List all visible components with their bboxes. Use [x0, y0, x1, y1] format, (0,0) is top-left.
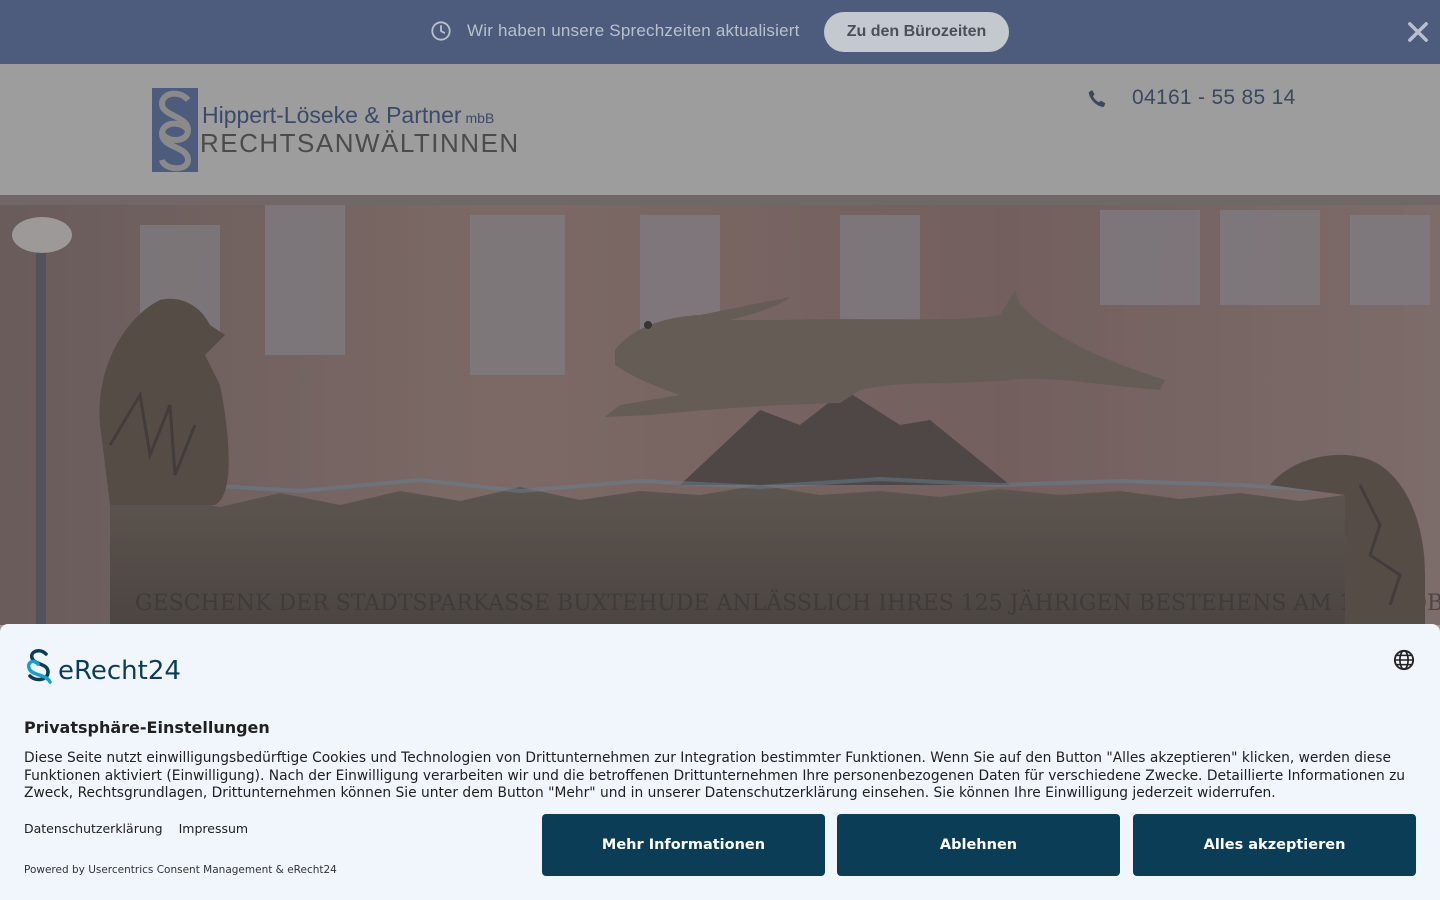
- logo-firm-name: Hippert-Löseke & Partner mbB: [202, 102, 495, 128]
- brand-name: eRecht24: [58, 656, 181, 686]
- consent-title: Privatsphäre-Einstellungen: [24, 718, 270, 737]
- clock-icon: [431, 21, 451, 41]
- hero-image: GESCHENK DER STADTSPARKASSE BUXTEHUDE AN…: [0, 195, 1440, 625]
- logo-subtitle: RECHTSANWÄLTINNEN: [200, 128, 520, 158]
- imprint-link[interactable]: Impressum: [179, 821, 248, 836]
- consent-links: Datenschutzerklärung Impressum: [24, 821, 260, 836]
- close-icon[interactable]: [1404, 18, 1432, 46]
- powered-by-text: Powered by Usercentrics Consent Manageme…: [24, 864, 337, 876]
- announcement-bar: Wir haben unsere Sprechzeiten aktualisie…: [0, 0, 1440, 64]
- phone-icon: [1088, 90, 1106, 107]
- globe-icon[interactable]: [1393, 649, 1415, 671]
- hero-sculpture-illustration: GESCHENK DER STADTSPARKASSE BUXTEHUDE AN…: [0, 195, 1440, 625]
- decline-button[interactable]: Ablehnen: [837, 814, 1120, 876]
- accept-all-button[interactable]: Alles akzeptieren: [1133, 814, 1416, 876]
- office-hours-button[interactable]: Zu den Bürozeiten: [824, 12, 1009, 52]
- more-info-button[interactable]: Mehr Informationen: [542, 814, 825, 876]
- paragraph-logo-icon: [26, 649, 52, 684]
- consent-text: Diese Seite nutzt einwilligungsbedürftig…: [24, 750, 1406, 801]
- phone-number[interactable]: 04161 - 55 85 14: [1132, 86, 1296, 110]
- paragraph-logo-icon: [152, 88, 198, 172]
- privacy-policy-link[interactable]: Datenschutzerklärung: [24, 821, 163, 836]
- announcement-text: Wir haben unsere Sprechzeiten aktualisie…: [467, 21, 800, 40]
- cookie-consent-banner: eRecht24 Privatsphäre-Einstellungen Dies…: [0, 624, 1440, 900]
